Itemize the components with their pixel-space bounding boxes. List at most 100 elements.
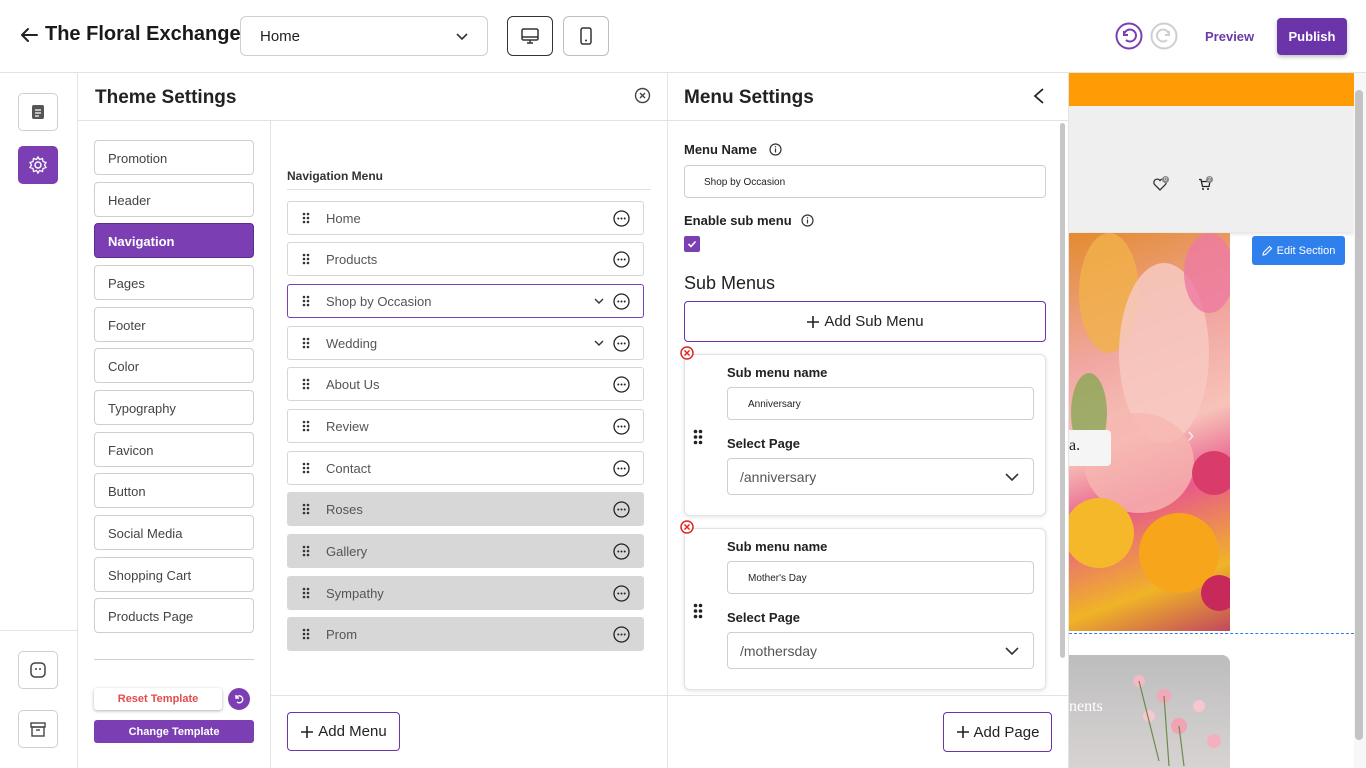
redo-button[interactable] xyxy=(1150,22,1178,50)
archive-icon xyxy=(30,722,46,737)
page-selector[interactable]: Home xyxy=(240,16,488,56)
settings-rail-button[interactable] xyxy=(18,146,58,184)
more-options-icon[interactable] xyxy=(613,251,630,268)
nav-menu-item[interactable]: Prom xyxy=(287,617,644,651)
info-icon xyxy=(769,143,782,156)
more-options-icon[interactable] xyxy=(613,626,630,643)
drag-handle-icon[interactable] xyxy=(302,587,310,599)
add-menu-button[interactable]: Add Menu xyxy=(287,712,400,751)
select-page-dropdown[interactable]: /anniversary xyxy=(727,458,1034,495)
preview-link[interactable]: Preview xyxy=(1205,29,1254,44)
nav-menu-item-label: Roses xyxy=(326,502,363,517)
nav-menu-item-label: Sympathy xyxy=(326,586,384,601)
theme-settings-title: Theme Settings xyxy=(95,87,237,108)
more-options-icon[interactable] xyxy=(613,376,630,393)
archive-rail-button[interactable] xyxy=(18,710,58,748)
scrollbar[interactable] xyxy=(1060,123,1065,658)
more-options-icon[interactable] xyxy=(613,418,630,435)
nav-menu-item[interactable]: Sympathy xyxy=(287,576,644,610)
change-template-button[interactable]: Change Template xyxy=(94,720,254,743)
menu-name-input[interactable]: Shop by Occasion xyxy=(684,165,1046,198)
desktop-view-button[interactable] xyxy=(507,16,553,56)
category-header[interactable]: Header xyxy=(94,182,254,217)
category-products-page[interactable]: Products Page xyxy=(94,598,254,633)
menu-name-label: Menu Name xyxy=(684,142,757,157)
nav-menu-item[interactable]: Review xyxy=(287,409,644,443)
category-favicon[interactable]: Favicon xyxy=(94,432,254,467)
drag-handle-icon[interactable] xyxy=(693,429,703,445)
category-footer[interactable]: Footer xyxy=(94,307,254,342)
nav-menu-item[interactable]: About Us xyxy=(287,367,644,401)
category-navigation[interactable]: Navigation xyxy=(94,223,254,258)
chevron-down-icon[interactable] xyxy=(593,295,605,307)
more-options-icon[interactable] xyxy=(613,585,630,602)
drag-handle-icon[interactable] xyxy=(302,545,310,557)
select-page-dropdown[interactable]: /mothersday xyxy=(727,632,1034,669)
carousel-next-icon[interactable]: › xyxy=(1187,422,1194,448)
drag-handle-icon[interactable] xyxy=(302,420,310,432)
remove-icon[interactable] xyxy=(680,520,694,534)
cart-count-badge: 2 xyxy=(1206,176,1213,183)
menu-settings-title: Menu Settings xyxy=(684,87,814,108)
drag-handle-icon[interactable] xyxy=(302,337,310,349)
drag-handle-icon[interactable] xyxy=(302,253,310,265)
mobile-view-button[interactable] xyxy=(563,16,609,56)
nav-menu-item[interactable]: Contact xyxy=(287,451,644,485)
remove-icon[interactable] xyxy=(680,346,694,360)
promotion-bar xyxy=(1069,73,1354,106)
nav-menu-item[interactable]: Wedding xyxy=(287,326,644,360)
pencil-icon xyxy=(1261,245,1272,256)
hero-caption: a. xyxy=(1069,430,1111,466)
nav-menu-item[interactable]: Roses xyxy=(287,492,644,526)
drag-handle-icon[interactable] xyxy=(302,212,310,224)
reset-icon-button[interactable] xyxy=(228,688,250,710)
assistant-rail-button[interactable] xyxy=(18,651,58,689)
drag-handle-icon[interactable] xyxy=(302,628,310,640)
nav-menu-item[interactable]: Home xyxy=(287,201,644,235)
drag-handle-icon[interactable] xyxy=(302,503,310,515)
category-pages[interactable]: Pages xyxy=(94,265,254,300)
more-options-icon[interactable] xyxy=(613,543,630,560)
publish-button[interactable]: Publish xyxy=(1277,18,1347,55)
edit-section-button[interactable]: Edit Section xyxy=(1252,236,1345,265)
category-color[interactable]: Color xyxy=(94,348,254,383)
nav-menu-item[interactable]: Shop by Occasion xyxy=(287,284,644,318)
more-options-icon[interactable] xyxy=(613,335,630,352)
chevron-left-icon[interactable] xyxy=(1032,87,1046,105)
add-menu-label: Add Menu xyxy=(318,723,387,740)
drag-handle-icon[interactable] xyxy=(302,462,310,474)
close-icon[interactable] xyxy=(634,87,651,104)
pages-rail-button[interactable] xyxy=(18,93,58,131)
drag-handle-icon[interactable] xyxy=(693,603,703,619)
nav-menu-item[interactable]: Products xyxy=(287,242,644,276)
add-sub-menu-button[interactable]: Add Sub Menu xyxy=(684,301,1046,342)
nav-menu-item-label: Contact xyxy=(326,461,371,476)
drag-handle-icon[interactable] xyxy=(302,295,310,307)
more-options-icon[interactable] xyxy=(613,460,630,477)
chevron-down-icon xyxy=(1005,473,1019,482)
sub-menu-card: Sub menu name Mother's Day Select Page /… xyxy=(680,520,1046,690)
category-social-media[interactable]: Social Media xyxy=(94,515,254,550)
category-shopping-cart[interactable]: Shopping Cart xyxy=(94,557,254,592)
drag-handle-icon[interactable] xyxy=(302,378,310,390)
category-button[interactable]: Button xyxy=(94,473,254,508)
reset-template-button[interactable]: Reset Template xyxy=(94,688,222,710)
category-typography[interactable]: Typography xyxy=(94,390,254,425)
enable-sub-menu-checkbox[interactable] xyxy=(684,236,700,252)
back-arrow-icon[interactable] xyxy=(18,24,40,46)
header-divider xyxy=(668,120,1069,121)
chevron-down-icon[interactable] xyxy=(593,337,605,349)
select-page-value: /anniversary xyxy=(740,469,817,485)
sub-menu-name-input[interactable]: Anniversary xyxy=(727,387,1034,420)
more-options-icon[interactable] xyxy=(613,501,630,518)
more-options-icon[interactable] xyxy=(613,293,630,310)
undo-button[interactable] xyxy=(1115,22,1143,50)
add-page-button[interactable]: Add Page xyxy=(943,712,1052,752)
navigation-menu-heading: Navigation Menu xyxy=(287,169,384,183)
page-scrollbar[interactable] xyxy=(1355,90,1363,740)
category-promotion[interactable]: Promotion xyxy=(94,140,254,175)
nav-menu-item[interactable]: Gallery xyxy=(287,534,644,568)
sub-menu-name-input[interactable]: Mother's Day xyxy=(727,561,1034,594)
more-options-icon[interactable] xyxy=(613,210,630,227)
info-icon xyxy=(801,214,814,227)
